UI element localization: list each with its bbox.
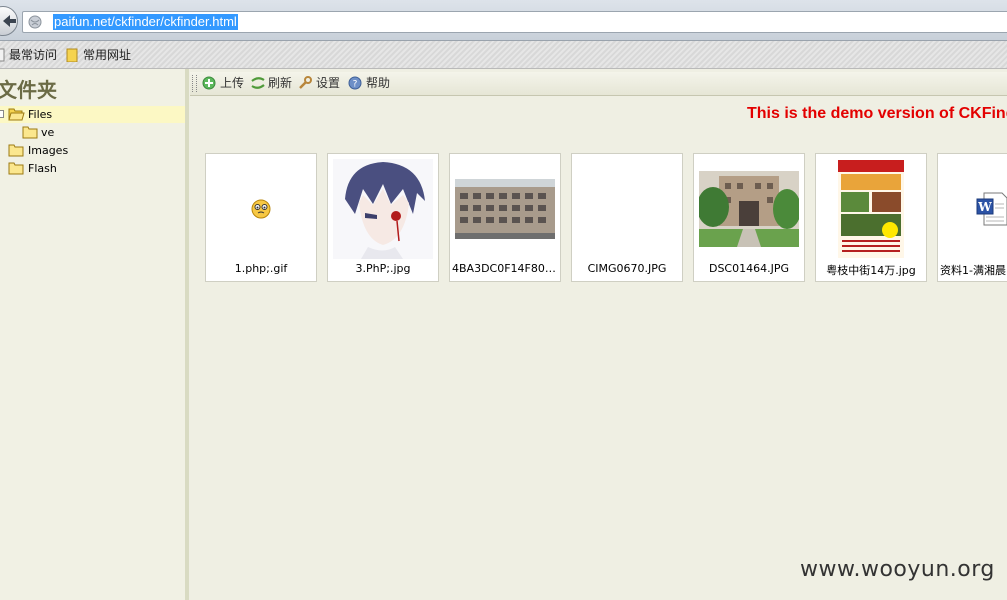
wrench-icon xyxy=(299,76,312,89)
file-tile[interactable]: 1.php;.gif xyxy=(205,153,317,282)
refresh-label: 刷新 xyxy=(268,76,293,90)
toolbar: 上传 刷新 设置 ? 帮助 xyxy=(190,72,1007,96)
building-photo-thumbnail xyxy=(455,179,555,239)
tree-item-label: ve xyxy=(41,126,55,139)
file-name: 4BA3DC0F14F80B... xyxy=(452,262,558,275)
file-thumbnail xyxy=(333,159,433,259)
anime-portrait-thumbnail xyxy=(333,159,433,259)
file-tile[interactable]: 3.PhP;.jpg xyxy=(327,153,439,282)
sidebar-title: 文件夹 xyxy=(0,78,57,102)
svg-text:W: W xyxy=(977,200,992,214)
url-text[interactable]: paifun.net/ckfinder/ckfinder.html xyxy=(53,14,238,30)
bookmark-page-icon xyxy=(0,48,5,62)
back-button[interactable] xyxy=(0,6,18,36)
folder-open-icon xyxy=(8,108,25,121)
bookmarks-bar: 最常访问 常用网址 xyxy=(0,41,1007,69)
bookmark-label: 常用网址 xyxy=(83,48,132,62)
courtyard-photo-thumbnail xyxy=(699,171,799,247)
refresh-button[interactable]: 刷新 xyxy=(250,75,294,92)
upload-label: 上传 xyxy=(220,76,245,90)
folder-sidebar: 文件夹 Files ve Images Flash xyxy=(0,69,189,600)
file-name: 粤枝中街14万.jpg xyxy=(826,264,916,277)
bookmark-label: 最常访问 xyxy=(9,48,58,62)
url-input[interactable]: paifun.net/ckfinder/ckfinder.html xyxy=(22,11,1007,33)
file-name: DSC01464.JPG xyxy=(708,262,790,275)
bookmark-most-visited[interactable]: 最常访问 xyxy=(0,47,62,63)
tree-item-label: Images xyxy=(28,144,69,157)
file-view: This is the demo version of CKFinder 1.p… xyxy=(190,96,1007,600)
bookmark-folder-icon xyxy=(66,48,78,62)
file-thumbnail xyxy=(577,159,677,259)
poster-thumbnail xyxy=(838,160,904,258)
word-document-icon: W xyxy=(976,192,1007,226)
refresh-icon xyxy=(251,77,265,89)
file-thumbnail xyxy=(699,159,799,259)
folder-icon xyxy=(22,126,38,139)
file-thumbnail: W xyxy=(938,159,1007,259)
file-name: 资料1-满湘晨... xyxy=(940,264,1007,277)
help-label: 帮助 xyxy=(366,76,391,90)
file-name: CIMG0670.JPG xyxy=(587,262,667,275)
file-tile[interactable]: DSC01464.JPG xyxy=(693,153,805,282)
file-thumbnail xyxy=(821,159,921,259)
demo-notice: This is the demo version of CKFinder xyxy=(747,105,1007,122)
back-arrow-icon xyxy=(3,15,16,27)
address-bar: paifun.net/ckfinder/ckfinder.html xyxy=(0,0,1007,41)
toolbar-grip xyxy=(192,75,197,92)
bookmark-common-sites[interactable]: 常用网址 xyxy=(66,47,136,63)
file-name: 1.php;.gif xyxy=(234,262,288,275)
file-tile[interactable]: 4BA3DC0F14F80B... xyxy=(449,153,561,282)
upload-button[interactable]: 上传 xyxy=(202,75,244,92)
tree-item-files[interactable]: Files xyxy=(0,106,185,123)
file-tile[interactable]: 粤枝中街14万.jpg xyxy=(815,153,927,282)
help-icon: ? xyxy=(348,76,362,90)
file-tile[interactable]: CIMG0670.JPG xyxy=(571,153,683,282)
globe-icon xyxy=(28,15,42,29)
svg-text:?: ? xyxy=(353,80,358,90)
smiley-face-icon xyxy=(251,199,271,219)
tree-item-label: Flash xyxy=(28,162,57,175)
watermark: www.wooyun.org xyxy=(800,557,995,582)
settings-label: 设置 xyxy=(316,76,341,90)
folder-icon xyxy=(8,162,24,175)
settings-button[interactable]: 设置 xyxy=(298,75,342,92)
file-thumbnail xyxy=(211,159,311,259)
add-circle-icon xyxy=(202,76,216,90)
file-tile[interactable]: W 资料1-满湘晨... xyxy=(937,153,1007,282)
folder-icon xyxy=(8,144,24,157)
help-button[interactable]: ? 帮助 xyxy=(348,75,392,92)
tree-item-label: Files xyxy=(28,108,53,121)
file-thumbnail xyxy=(455,159,555,259)
collapse-icon[interactable] xyxy=(0,110,4,118)
file-name: 3.PhP;.jpg xyxy=(355,262,411,275)
